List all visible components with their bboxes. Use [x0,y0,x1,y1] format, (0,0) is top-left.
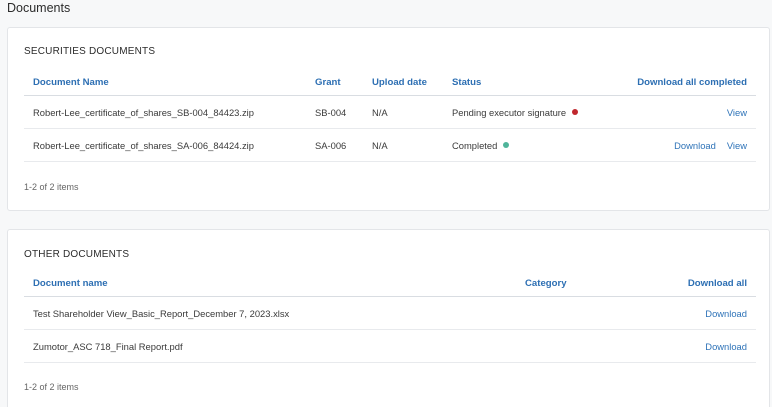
status-cell: Completed [452,129,510,161]
status-cell: Pending executor signature [452,96,579,128]
securities-documents-card: SECURITIES DOCUMENTS Document Name Grant… [7,27,770,211]
securities-section-title: SECURITIES DOCUMENTS [24,46,156,57]
securities-table-header: Document Name Grant Upload date Status D… [24,69,756,96]
pagination-summary: 1-2 of 2 items [24,382,79,392]
pagination-summary: 1-2 of 2 items [24,182,79,192]
other-table-header: Document name Category Download all [24,270,756,297]
column-document-name[interactable]: Document Name [33,69,109,95]
view-link[interactable]: View [727,140,747,151]
upload-date-cell: N/A [372,139,388,151]
row-actions: Download [705,330,747,362]
document-name-cell: Robert-Lee_certificate_of_shares_SB-004_… [33,106,254,118]
upload-date-cell: N/A [372,106,388,118]
status-text: Completed [452,139,498,151]
status-completed-dot-icon [503,142,510,148]
row-actions: Download [705,297,747,329]
row-actions: View [716,96,747,128]
column-grant[interactable]: Grant [315,69,341,95]
grant-link[interactable]: SB-004 [315,96,346,128]
page-title: Documents [7,1,71,15]
table-row: Zumotor_ASC 718_Final Report.pdf Downloa… [24,330,756,363]
document-name-cell: Robert-Lee_certificate_of_shares_SA-006_… [33,139,254,151]
table-row: Robert-Lee_certificate_of_shares_SA-006_… [24,129,756,162]
securities-table: Document Name Grant Upload date Status D… [24,69,756,162]
column-status[interactable]: Status [452,69,481,95]
table-row: Robert-Lee_certificate_of_shares_SB-004_… [24,96,756,129]
table-row: Test Shareholder View_Basic_Report_Decem… [24,297,756,330]
document-name-cell: Test Shareholder View_Basic_Report_Decem… [33,307,290,319]
download-link[interactable]: Download [705,341,747,352]
other-documents-card: OTHER DOCUMENTS Document name Category D… [7,229,770,407]
column-document-name[interactable]: Document name [33,270,108,296]
status-pending-dot-icon [572,109,579,115]
view-link[interactable]: View [727,107,747,118]
column-upload-date[interactable]: Upload date [372,69,427,95]
other-table: Document name Category Download all Test… [24,270,756,363]
status-text: Pending executor signature [452,106,567,118]
grant-link[interactable]: SA-006 [315,129,346,161]
document-name-cell: Zumotor_ASC 718_Final Report.pdf [33,340,183,352]
column-category[interactable]: Category [525,270,567,296]
download-link[interactable]: Download [674,140,716,151]
download-all-completed-link[interactable]: Download all completed [637,69,747,95]
download-all-link[interactable]: Download all [688,270,747,296]
download-link[interactable]: Download [705,308,747,319]
other-section-title: OTHER DOCUMENTS [24,249,130,260]
row-actions: Download View [663,129,747,161]
